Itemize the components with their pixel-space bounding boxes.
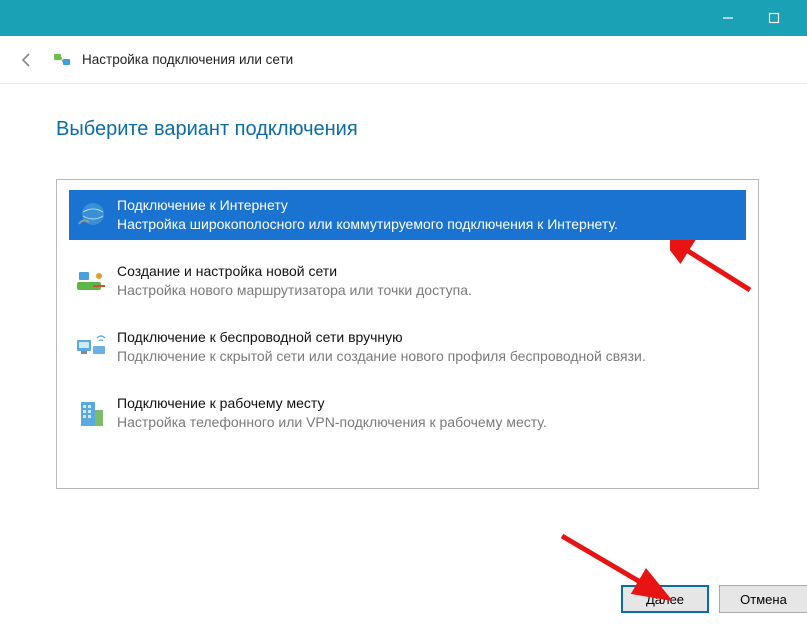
option-title: Подключение к рабочему месту: [117, 394, 742, 413]
window-titlebar: [0, 0, 807, 36]
router-icon: [73, 264, 109, 300]
wizard-content: Выберите вариант подключения Подключение…: [0, 84, 807, 489]
page-title: Выберите вариант подключения: [56, 118, 759, 141]
option-setup-network[interactable]: Создание и настройка новой сети Настройк…: [69, 256, 746, 306]
cancel-button[interactable]: Отмена: [719, 585, 807, 613]
wizard-footer: Далее Отмена: [621, 585, 807, 613]
option-wireless-manual[interactable]: Подключение к беспроводной сети вручную …: [69, 322, 746, 372]
option-title: Подключение к Интернету: [117, 196, 742, 215]
option-desc: Настройка телефонного или VPN-подключени…: [117, 413, 742, 432]
option-title: Создание и настройка новой сети: [117, 262, 742, 281]
next-button[interactable]: Далее: [621, 585, 709, 613]
network-wizard-icon: [52, 50, 72, 70]
wizard-header: Настройка подключения или сети: [0, 36, 807, 84]
wireless-pc-icon: [73, 330, 109, 366]
minimize-button[interactable]: [705, 0, 751, 36]
window-title: Настройка подключения или сети: [82, 52, 293, 67]
maximize-button[interactable]: [751, 0, 797, 36]
option-connect-internet[interactable]: Подключение к Интернету Настройка широко…: [69, 190, 746, 240]
option-workplace[interactable]: Подключение к рабочему месту Настройка т…: [69, 388, 746, 438]
option-title: Подключение к беспроводной сети вручную: [117, 328, 742, 347]
globe-icon: [73, 198, 109, 234]
option-desc: Настройка широкополосного или коммутируе…: [117, 215, 742, 234]
connection-options-list: Подключение к Интернету Настройка широко…: [56, 179, 759, 489]
option-desc: Подключение к скрытой сети или создание …: [117, 347, 742, 366]
back-button[interactable]: [14, 48, 38, 72]
option-desc: Настройка нового маршрутизатора или точк…: [117, 281, 742, 300]
building-icon: [73, 396, 109, 432]
